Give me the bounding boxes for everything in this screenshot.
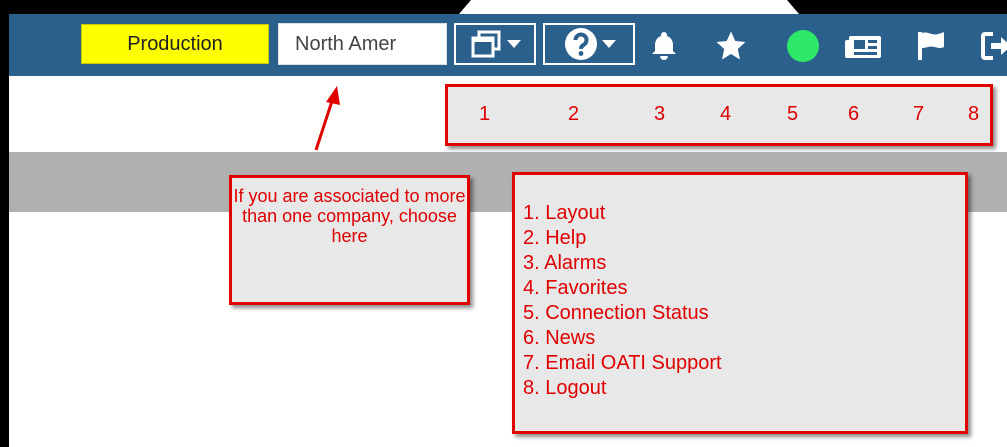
- connection-status-indicator[interactable]: [787, 30, 819, 62]
- legend-item: 4. Favorites: [523, 277, 628, 299]
- star-icon[interactable]: [715, 30, 747, 62]
- legend-item: 1. Layout: [523, 202, 606, 224]
- logout-icon[interactable]: [981, 32, 1007, 60]
- top-border-gap: [459, 0, 799, 14]
- legend-item: 8. Logout: [523, 377, 607, 399]
- callout-number: 8: [968, 103, 980, 125]
- screenshot-frame: Production North Amer 1 2 3 4 5 6 7 8 If…: [0, 0, 1007, 447]
- callout-number: 1: [479, 103, 491, 125]
- arrow-icon: [314, 86, 340, 151]
- layout-icon: [471, 30, 500, 58]
- callout-number: 5: [787, 103, 799, 125]
- company-select[interactable]: North Amer: [278, 23, 447, 65]
- legend-item: 6. News: [523, 327, 596, 349]
- news-icon[interactable]: [845, 34, 883, 60]
- legend-item: 5. Connection Status: [523, 302, 709, 324]
- icon-legend-callout: 1. Layout 2. Help 3. Alarms 4. Favorites…: [512, 172, 968, 434]
- icon-number-callout: 1 2 3 4 5 6 7 8: [445, 84, 993, 146]
- callout-number: 4: [720, 103, 732, 125]
- chevron-down-icon: [601, 40, 616, 48]
- chevron-down-icon: [506, 40, 521, 48]
- flag-icon[interactable]: [916, 30, 946, 62]
- top-border-strip: [9, 0, 1007, 14]
- help-dropdown-button[interactable]: [543, 23, 635, 65]
- environment-badge[interactable]: Production: [81, 24, 269, 64]
- callout-number: 7: [913, 103, 925, 125]
- callout-number: 6: [848, 103, 860, 125]
- callout-number: 2: [568, 103, 580, 125]
- legend-item: 2. Help: [523, 227, 587, 249]
- bell-icon[interactable]: [649, 30, 679, 60]
- app-header: Production North Amer: [9, 14, 1007, 76]
- company-note-callout: If you are associated to more than one c…: [229, 175, 470, 305]
- layout-dropdown-button[interactable]: [454, 23, 536, 65]
- callout-number: 3: [654, 103, 666, 125]
- legend-item: 3. Alarms: [523, 252, 607, 274]
- help-icon: [564, 28, 597, 60]
- legend-item: 7. Email OATI Support: [523, 352, 722, 374]
